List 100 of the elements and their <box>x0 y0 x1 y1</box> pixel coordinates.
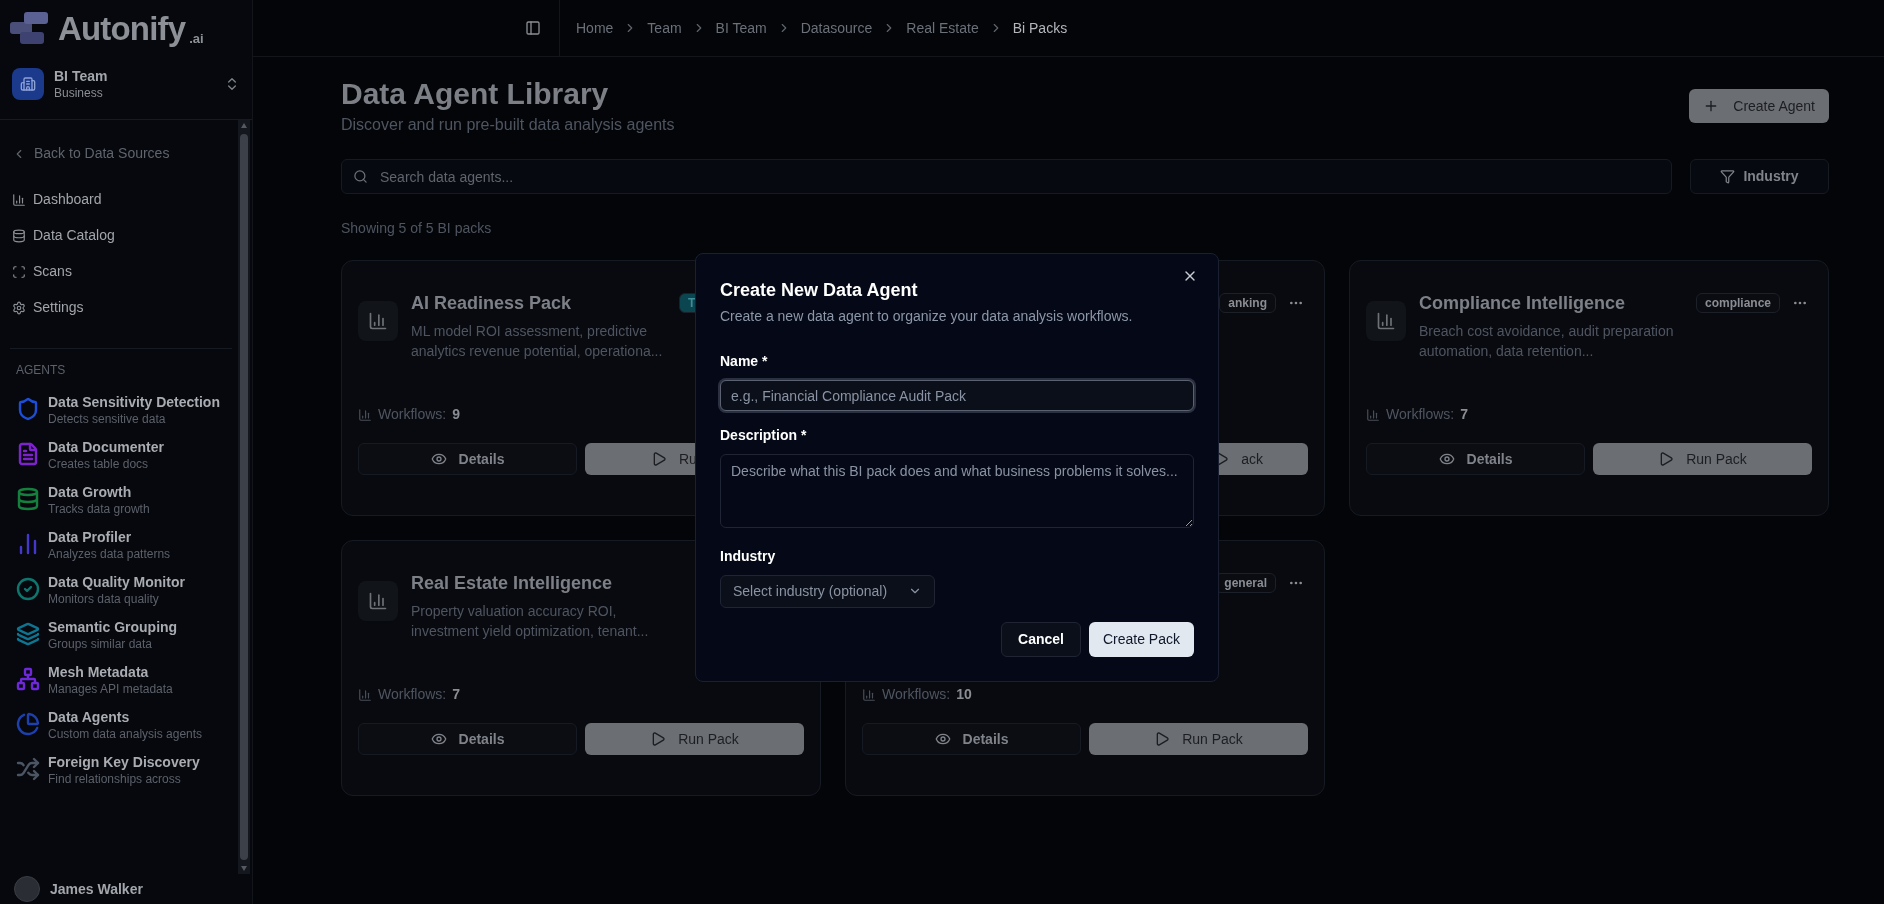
breadcrumb-link[interactable]: Datasource <box>800 17 873 39</box>
workflows-label: Workflows: <box>1386 405 1455 424</box>
logo-text: Autonify <box>58 11 186 45</box>
breadcrumb-link[interactable]: BI Team <box>715 17 767 39</box>
breadcrumb-link[interactable]: Bi Packs <box>1012 17 1068 39</box>
team-plan: Business <box>54 85 104 101</box>
agent-title: Data Quality Monitor <box>48 572 185 592</box>
agent-item[interactable]: Data Sensitivity Detection Detects sensitive data <box>10 386 232 432</box>
industry-tag: compliance <box>1695 293 1780 313</box>
nav-item[interactable]: Data Catalog <box>10 217 232 254</box>
agent-subtitle: Groups similar data <box>48 636 154 652</box>
workflows-label: Workflows: <box>378 685 447 704</box>
agent-title: Data Sensitivity Detection <box>48 392 220 412</box>
workflows-count: 10 <box>956 685 972 704</box>
agent-subtitle: Detects sensitive data <box>48 411 167 427</box>
create-pack-button[interactable]: Create Pack <box>1088 622 1194 657</box>
chart-icon <box>12 192 26 207</box>
breadcrumb-link[interactable]: Team <box>647 17 682 39</box>
scrollbar-thumb[interactable] <box>240 133 248 860</box>
agent-title: Data Profiler <box>48 527 133 547</box>
search-field[interactable]: Search data agents... <box>341 159 1672 194</box>
settings-icon <box>12 300 26 315</box>
chart-icon <box>862 687 876 702</box>
filter-icon <box>1720 169 1736 184</box>
play-icon <box>1658 451 1675 467</box>
industry-filter-button[interactable]: Industry <box>1690 159 1829 194</box>
agent-subtitle: Find relationships across <box>48 771 182 787</box>
team-name: BI Team <box>54 68 108 86</box>
agent-title: Mesh Metadata <box>48 662 150 682</box>
nav-item[interactable]: Scans <box>10 253 232 290</box>
agent-item[interactable]: Data Quality Monitor Monitors data quality <box>10 566 232 612</box>
details-button[interactable]: Details <box>358 723 577 755</box>
nav-item[interactable]: Settings <box>10 289 232 326</box>
agent-item[interactable]: Data Growth Tracks data growth <box>10 476 232 522</box>
logo-suffix: .ai <box>189 29 204 48</box>
industry-select[interactable]: Select industry (optional) <box>720 574 935 608</box>
details-button[interactable]: Details <box>1366 443 1585 475</box>
dialog-title: Create New Data Agent <box>720 279 919 302</box>
play-icon <box>650 731 667 747</box>
agent-title: Data Agents <box>48 707 131 727</box>
team-switcher[interactable]: BI Team Business <box>0 56 252 120</box>
agent-item[interactable]: Foreign Key Discovery Find relationships across <box>10 746 232 792</box>
agent-item[interactable]: Semantic Grouping Groups similar data <box>10 611 232 657</box>
card-description: Breach cost avoidance, audit preparation automation, data retention... <box>1419 322 1675 361</box>
play-icon <box>1154 731 1171 747</box>
agent-subtitle: Analyzes data patterns <box>48 546 171 562</box>
agent-subtitle: Creates table docs <box>48 456 150 472</box>
agent-item[interactable]: Data Agents Custom data analysis agents <box>10 701 232 747</box>
breadcrumb-link[interactable]: Real Estate <box>906 17 979 39</box>
field-label: Name * <box>720 352 769 371</box>
scroll-down-icon[interactable] <box>240 864 248 872</box>
page-title: Data Agent Library <box>341 76 610 112</box>
workflows-count: 7 <box>1460 405 1468 424</box>
agent-item[interactable]: Data Profiler Analyzes data patterns <box>10 521 232 567</box>
card-title: Compliance Intelligence <box>1419 292 1626 315</box>
play-icon <box>651 451 667 467</box>
name-field[interactable]: e.g., Financial Compliance Audit Pack <box>720 380 1194 412</box>
workflows-label: Workflows: <box>882 685 951 704</box>
workflows-label: Workflows: <box>378 405 447 424</box>
scan-icon <box>12 264 26 279</box>
details-button[interactable]: Details <box>862 723 1081 755</box>
description-field[interactable]: Describe what this BI pack does and what business problems it solves... <box>720 454 1194 528</box>
chart-icon <box>1366 407 1380 422</box>
eye-icon <box>1438 451 1455 467</box>
industry-tag: anking <box>1219 293 1276 313</box>
sidebar-toggle-icon[interactable] <box>523 18 543 38</box>
database-icon <box>12 228 26 243</box>
building-icon <box>12 68 44 101</box>
breadcrumb-link[interactable]: Home <box>576 17 614 39</box>
card-title: AI Readiness Pack <box>411 292 572 315</box>
details-button[interactable]: Details <box>358 443 577 475</box>
workflows-count: 7 <box>452 685 460 704</box>
chart-icon <box>358 581 398 621</box>
result-count: Showing 5 of 5 BI packs <box>341 219 493 238</box>
card-description: ML model ROI assessment, predictive analytics revenue potential, operationa... <box>411 322 664 361</box>
agent-subtitle: Manages API metadata <box>48 681 173 697</box>
page-subtitle: Discover and run pre-built data analysis agents <box>341 115 675 135</box>
workflows-count: 9 <box>452 405 460 424</box>
chart-icon <box>358 407 372 422</box>
eye-icon <box>934 731 951 747</box>
agent-title: Foreign Key Discovery <box>48 752 200 772</box>
dialog-subtitle: Create a new data agent to organize your data analysis workflows. <box>720 307 1134 326</box>
chart-icon <box>358 301 398 341</box>
field-label: Description * <box>720 426 808 446</box>
agent-item[interactable]: Mesh Metadata Manages API metadata <box>10 656 232 702</box>
search-icon <box>353 169 368 184</box>
eye-icon <box>430 731 447 747</box>
cancel-button[interactable]: Cancel <box>1001 622 1081 657</box>
section-heading: AGENTS <box>15 361 67 379</box>
eye-icon <box>430 451 447 467</box>
scrollbar[interactable] <box>238 119 250 874</box>
agent-title: Data Growth <box>48 482 133 502</box>
agent-subtitle: Tracks data growth <box>48 501 150 517</box>
agent-item[interactable]: Data Documenter Creates table docs <box>10 431 232 477</box>
agent-subtitle: Custom data analysis agents <box>48 726 203 742</box>
nav-item[interactable]: Dashboard <box>10 181 232 218</box>
field-label: Industry <box>720 546 777 566</box>
chart-icon <box>1366 301 1406 341</box>
scroll-up-icon[interactable] <box>240 121 248 130</box>
card-title: Real Estate Intelligence <box>411 572 613 595</box>
